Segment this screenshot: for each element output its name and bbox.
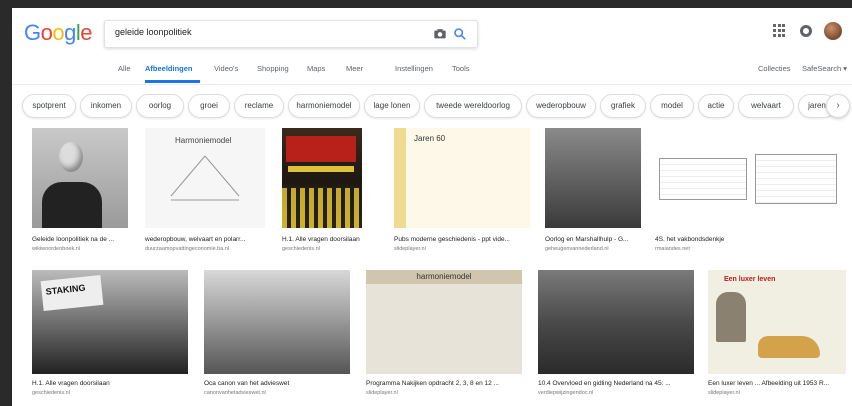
result-source: duurzaamopvattingeconomie.ba.nl	[145, 246, 230, 252]
result-title[interactable]: H.1. Alle vragen doorsilaan	[32, 380, 190, 387]
result-title[interactable]: Oca canon van het advieswet	[204, 380, 352, 387]
search-box[interactable]	[104, 20, 478, 48]
thumb-text: STAKING	[45, 282, 86, 297]
tab-shopping[interactable]: Shopping	[257, 64, 289, 73]
tab-tools[interactable]: Tools	[452, 64, 470, 73]
image-result[interactable]: 10.4 Overvloed en gidling Nederland na 4…	[538, 270, 698, 400]
chip[interactable]: spotprent	[22, 94, 76, 118]
image-result[interactable]: STAKING H.1. Alle vragen doorsilaan gesc…	[32, 270, 192, 400]
result-title[interactable]: Geleide loonpolitiek na de ...	[32, 236, 140, 243]
chip[interactable]: oorlog	[136, 94, 184, 118]
result-thumbnail[interactable]	[282, 128, 362, 228]
image-result[interactable]: Oorlog en Marshallhulp - G... geheugenva…	[545, 128, 645, 263]
google-logo[interactable]: Google	[24, 20, 93, 46]
result-title[interactable]: Pubs moderne geschiedenis - ppt vide...	[394, 236, 532, 243]
result-title[interactable]: wederopbouw, welvaart en polarr...	[145, 236, 263, 243]
thumb-text: harmoniemodel	[366, 270, 522, 284]
result-title[interactable]: 4S. het vakbondsdenkje	[655, 236, 843, 243]
notifications-icon[interactable]	[800, 25, 812, 37]
result-thumbnail[interactable]: harmoniemodel	[366, 270, 522, 374]
result-source: geschiedenis.nl	[32, 390, 70, 396]
result-thumbnail[interactable]	[545, 128, 641, 228]
result-title[interactable]: 10.4 Overvloed en gidling Nederland na 4…	[538, 380, 696, 387]
apps-grid-icon[interactable]	[772, 23, 788, 39]
tab-maps[interactable]: Maps	[307, 64, 325, 73]
search-tabs: Alle Afbeeldingen Video's Shopping Maps …	[12, 58, 852, 85]
image-result[interactable]: harmoniemodel Programma Nakijken opdrach…	[366, 270, 526, 400]
chip[interactable]: reclame	[234, 94, 284, 118]
chip[interactable]: tweede wereldoorlog	[424, 94, 522, 118]
tab-afbeeldingen[interactable]: Afbeeldingen	[145, 64, 193, 73]
safesearch-toggle[interactable]: SafeSearch ▾	[802, 64, 847, 73]
header-actions	[772, 22, 842, 40]
result-title[interactable]: H.1. Alle vragen doorsilaan	[282, 236, 380, 243]
chip[interactable]: harmoniemodel	[288, 94, 360, 118]
logo-letter: g	[64, 20, 76, 45]
result-thumbnail[interactable]	[538, 270, 694, 374]
result-source: slideplayer.nl	[708, 390, 740, 396]
chip[interactable]: model	[650, 94, 694, 118]
triangle-diagram	[170, 155, 240, 201]
result-source: rmaiandes.net	[655, 246, 690, 252]
result-thumbnail[interactable]: Jaren 60	[394, 128, 530, 228]
result-thumbnail[interactable]: Een luxer leven	[708, 270, 846, 374]
logo-letter: o	[52, 20, 65, 45]
tab-instellingen[interactable]: Instellingen	[395, 64, 433, 73]
search-icon[interactable]	[453, 27, 467, 41]
result-title[interactable]: Programma Nakijken opdracht 2, 3, 8 en 1…	[366, 380, 524, 387]
result-thumbnail[interactable]	[655, 128, 841, 228]
result-title[interactable]: Oorlog en Marshallhulp - G...	[545, 236, 643, 243]
image-result[interactable]: Jaren 60 Pubs moderne geschiedenis - ppt…	[394, 128, 534, 263]
chip[interactable]: welvaart	[738, 94, 794, 118]
collecties-link[interactable]: Collecties	[758, 64, 791, 73]
image-result[interactable]: Een luxer leven Een luxer leven ... Afbe…	[708, 270, 848, 400]
result-thumbnail[interactable]	[204, 270, 350, 374]
search-input[interactable]	[113, 26, 417, 38]
browser-page: Google Alle Afbeeldingen Video's Shoppin…	[12, 8, 852, 406]
chip[interactable]: inkomen	[80, 94, 132, 118]
result-source: geheugenvannederland.nl	[545, 246, 609, 252]
chip[interactable]: lage lonen	[364, 94, 420, 118]
tab-alle[interactable]: Alle	[118, 64, 131, 73]
chip[interactable]: grafiek	[600, 94, 646, 118]
result-source: slideplayer.nl	[394, 246, 426, 252]
result-source: geschiedenis.nl	[282, 246, 320, 252]
logo-letter: G	[24, 20, 41, 45]
camera-icon[interactable]	[433, 27, 447, 41]
image-result[interactable]: H.1. Alle vragen doorsilaan geschiedenis…	[282, 128, 382, 263]
image-result[interactable]: Harmoniemodel wederopbouw, welvaart en p…	[145, 128, 265, 263]
result-thumbnail[interactable]: Harmoniemodel	[145, 128, 265, 228]
result-source: wikiwoordenboek.nl	[32, 246, 80, 252]
image-result[interactable]: Oca canon van het advieswet canonvanheta…	[204, 270, 354, 400]
image-result[interactable]: Geleide loonpolitiek na de ... wikiwoord…	[32, 128, 142, 263]
result-thumbnail[interactable]	[32, 128, 128, 228]
result-source: verdiepwijzingendoc.nl	[538, 390, 594, 396]
tab-meer[interactable]: Meer	[346, 64, 363, 73]
chip[interactable]: actie	[698, 94, 734, 118]
avatar[interactable]	[824, 22, 842, 40]
active-tab-indicator	[145, 80, 200, 83]
result-thumbnail[interactable]: STAKING	[32, 270, 188, 374]
result-title[interactable]: Een luxer leven ... Afbeelding uit 1953 …	[708, 380, 846, 387]
result-source: canonvanhetadvieswet.nl	[204, 390, 266, 396]
image-result[interactable]: 4S. het vakbondsdenkje rmaiandes.net	[655, 128, 845, 263]
tab-videos[interactable]: Video's	[214, 64, 238, 73]
logo-letter: e	[80, 20, 93, 45]
thumb-text: Jaren 60	[414, 134, 446, 143]
logo-letter: o	[40, 20, 53, 45]
thumb-text: Een luxer leven	[724, 276, 776, 283]
chip[interactable]: groei	[188, 94, 230, 118]
chips-next-button[interactable]: ›	[826, 94, 850, 118]
result-source: slideplayer.nl	[366, 390, 398, 396]
chip[interactable]: wederopbouw	[526, 94, 596, 118]
